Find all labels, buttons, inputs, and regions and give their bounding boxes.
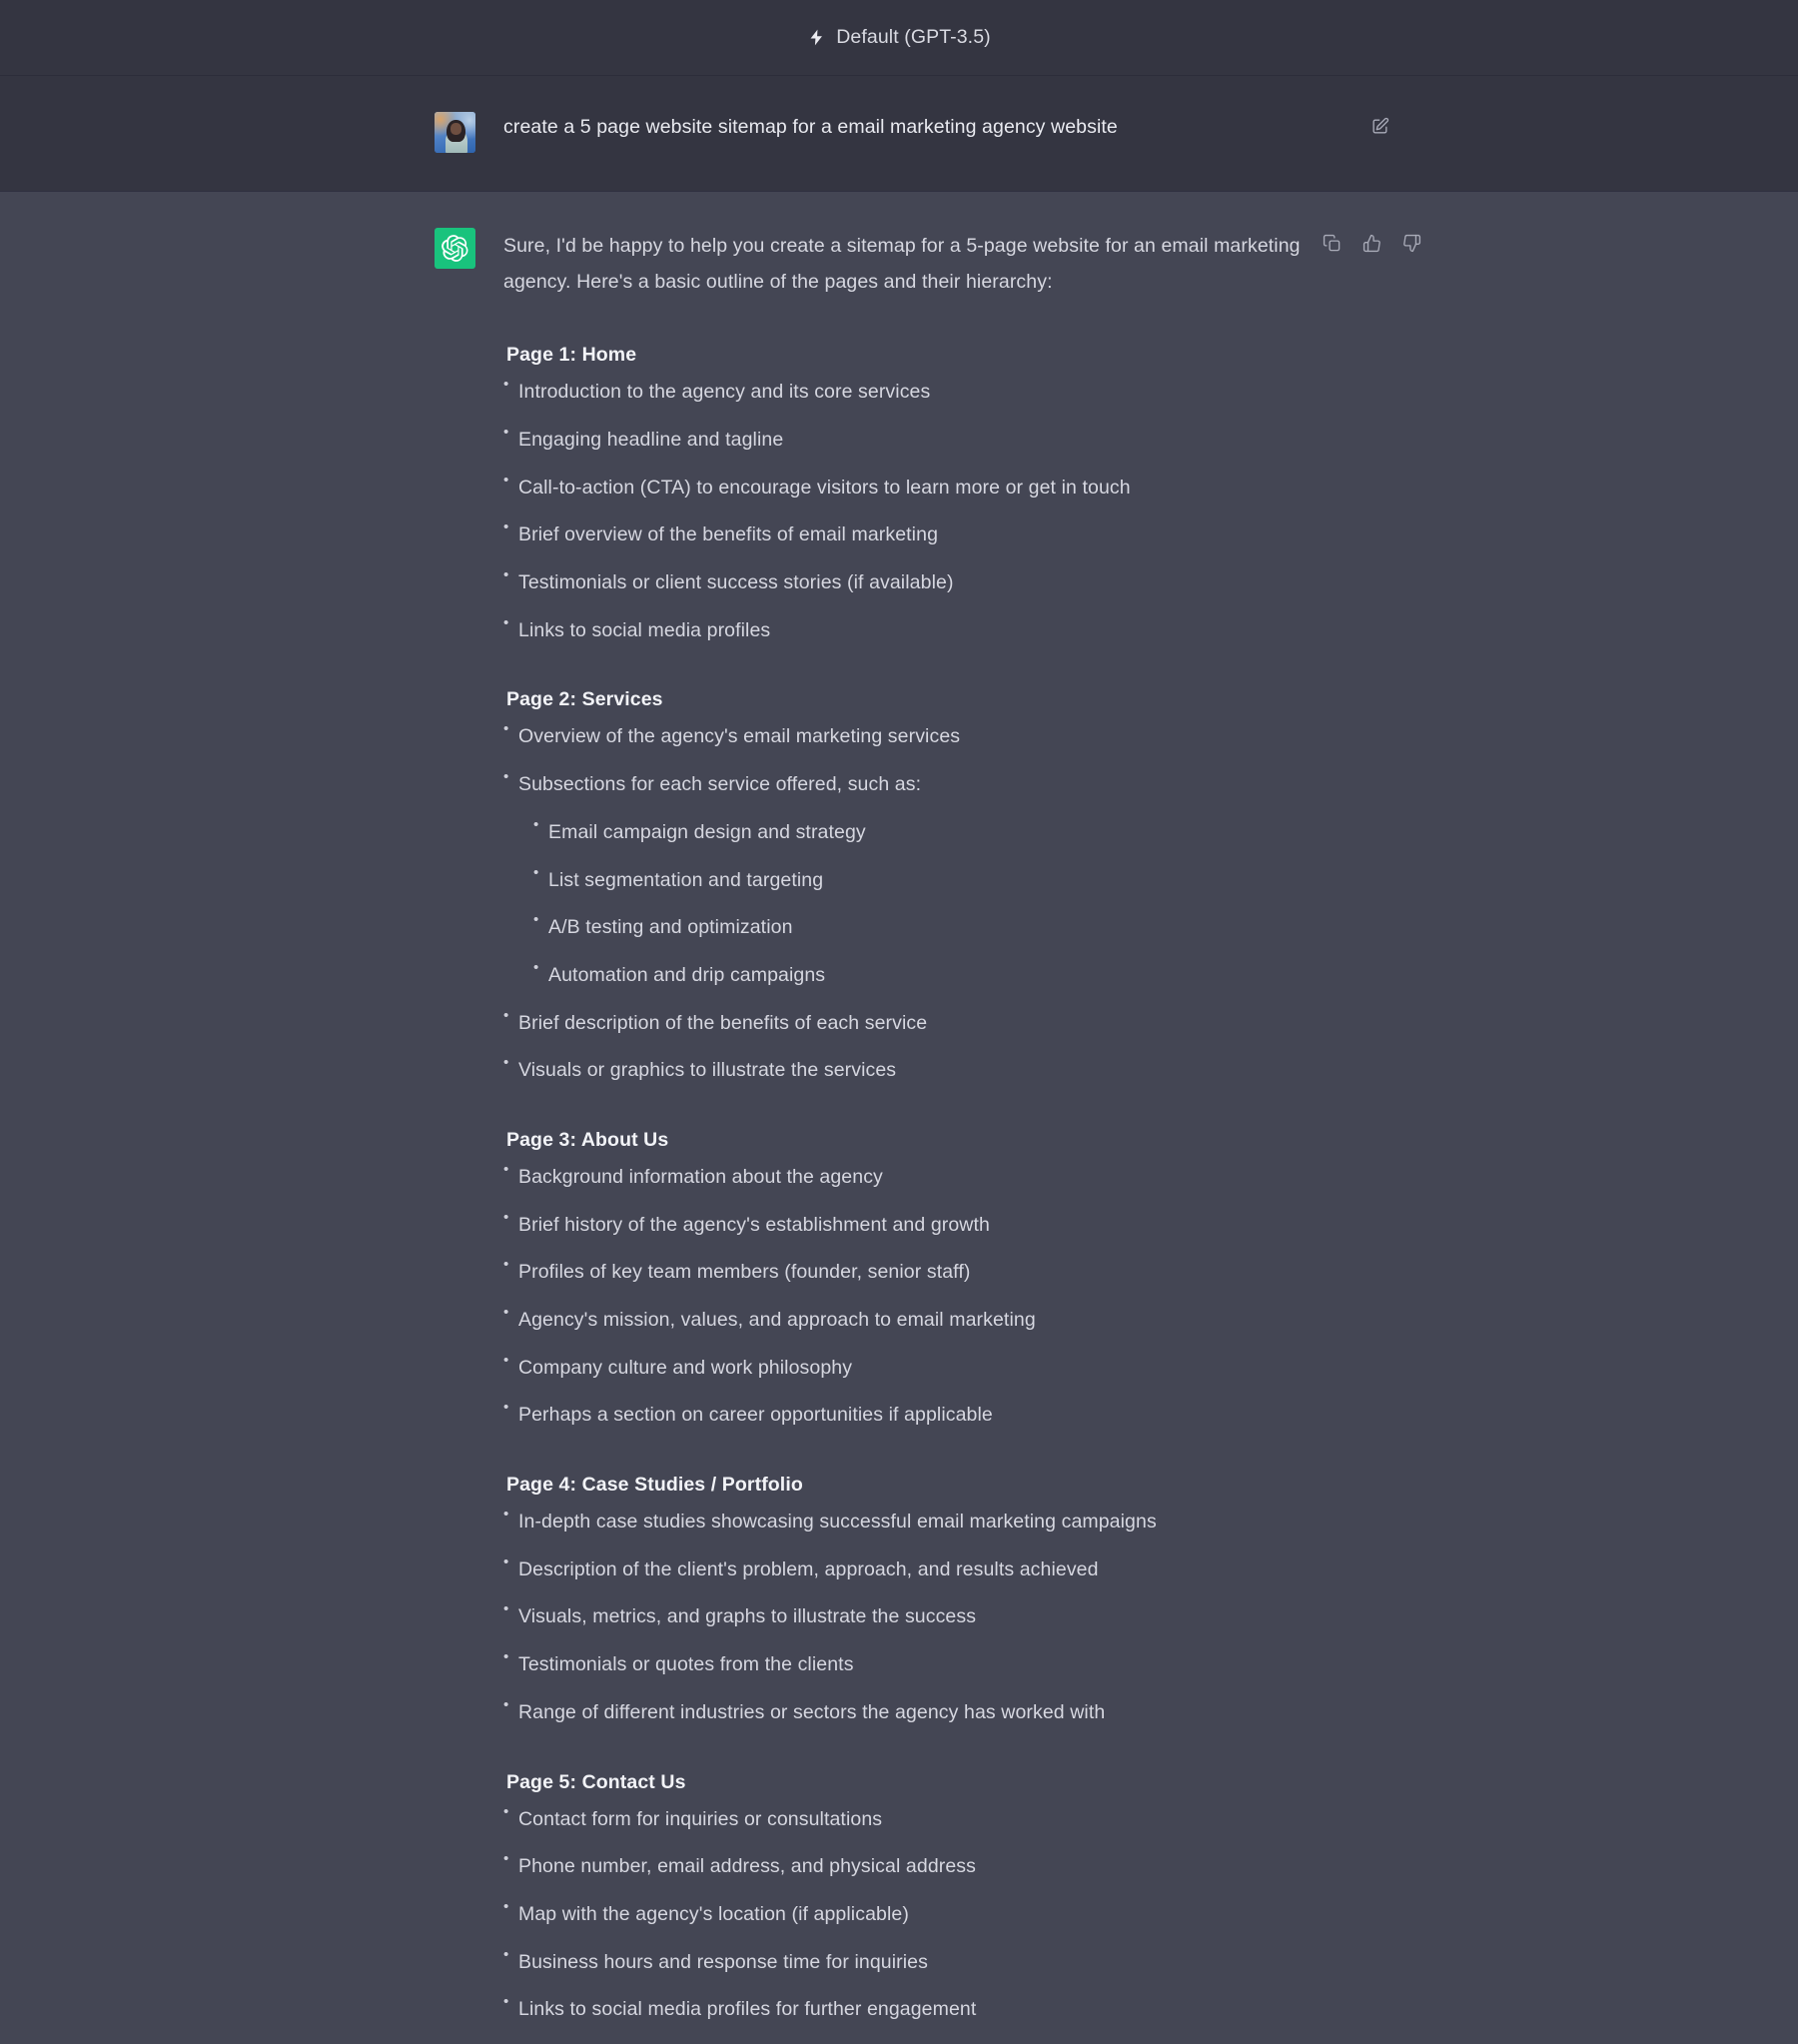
bullet-item: Profiles of key team members (founder, s… — [503, 1254, 1363, 1287]
chatgpt-logo-icon — [442, 235, 468, 262]
edit-pencil-icon — [1371, 117, 1388, 134]
nested-bullet-item: Email campaign design and strategy — [533, 814, 1363, 847]
copy-icon — [1323, 234, 1340, 251]
bullet-item: Links to social media profiles for furth… — [503, 1991, 1363, 2024]
bullet-item: Call-to-action (CTA) to encourage visito… — [503, 470, 1363, 503]
section-title: Page 2: Services — [506, 688, 663, 711]
bullet-item: Perhaps a section on career opportunitie… — [503, 1397, 1363, 1430]
section-bullet-list: Introduction to the agency and its core … — [503, 374, 1363, 645]
thumbs-up-icon — [1362, 234, 1380, 252]
bullet-item: Testimonials or client success stories (… — [503, 564, 1363, 597]
nested-bullet-item: Automation and drip campaigns — [533, 957, 1363, 990]
bullet-item: Engaging headline and tagline — [503, 422, 1363, 455]
thumbs-up-button[interactable] — [1359, 231, 1383, 255]
bullet-item: Brief description of the benefits of eac… — [503, 1005, 1363, 1038]
section-bullet-list: Overview of the agency's email marketing… — [503, 719, 1363, 1085]
thumbs-down-button[interactable] — [1399, 231, 1423, 255]
section-title: Page 5: Contact Us — [506, 1770, 686, 1793]
bullet-item: Range of different industries or sectors… — [503, 1694, 1363, 1727]
bullet-item: Map with the agency's location (if appli… — [503, 1896, 1363, 1929]
nested-bullet-item: A/B testing and optimization — [533, 909, 1363, 942]
assistant-avatar — [435, 228, 475, 269]
model-header: Default (GPT-3.5) — [0, 0, 1798, 76]
bullet-item: Brief history of the agency's establishm… — [503, 1207, 1363, 1240]
bullet-item: Visuals, metrics, and graphs to illustra… — [503, 1599, 1363, 1631]
user-message-row: create a 5 page website sitemap for a em… — [0, 76, 1798, 191]
sitemap-sections: Page 1: Home Introduction to the agency a… — [503, 344, 1363, 2044]
bullet-item: Phone number, email address, and physica… — [503, 1848, 1363, 1881]
bullet-item: Background information about the agency — [503, 1159, 1363, 1192]
chatgpt-conversation-page: Default (GPT-3.5) create a 5 page websit… — [0, 0, 1798, 2044]
assistant-intro-paragraph: Sure, I'd be happy to help you create a … — [503, 235, 1301, 293]
bullet-item: Testimonials or quotes from the clients — [503, 1646, 1363, 1679]
user-message-text: create a 5 page website sitemap for a em… — [503, 116, 1118, 138]
bullet-item: Company culture and work philosophy — [503, 1350, 1363, 1383]
bullet-item: Description of the client's problem, app… — [503, 1551, 1363, 1584]
bullet-item: In-depth case studies showcasing success… — [503, 1504, 1363, 1536]
bullet-item: Links to social media profiles — [503, 612, 1363, 645]
nested-bullet-list: Email campaign design and strategy List s… — [533, 814, 1363, 990]
bullet-item: Introduction to the agency and its core … — [503, 374, 1363, 407]
section-title: Page 1: Home — [506, 344, 637, 367]
bullet-item: Brief overview of the benefits of email … — [503, 516, 1363, 549]
nested-bullet-item: List segmentation and targeting — [533, 862, 1363, 895]
section-title: Page 4: Case Studies / Portfolio — [506, 1474, 803, 1497]
user-message-actions — [1367, 114, 1391, 138]
bullet-item: Visuals or graphics to illustrate the se… — [503, 1052, 1363, 1085]
section-bullet-list: Contact form for inquiries or consultati… — [503, 1801, 1363, 2044]
section-bullet-list: In-depth case studies showcasing success… — [503, 1504, 1363, 1727]
thumbs-down-icon — [1402, 234, 1420, 252]
bullet-item: Business hours and response time for inq… — [503, 1944, 1363, 1977]
assistant-message-inner: Sure, I'd be happy to help you create a … — [435, 228, 1420, 2044]
user-avatar — [435, 112, 475, 153]
lightning-bolt-icon — [810, 29, 823, 46]
assistant-message-body: Sure, I'd be happy to help you create a … — [503, 228, 1363, 2044]
model-name-label: Default (GPT-3.5) — [836, 26, 991, 48]
bullet-item: Agency's mission, values, and approach t… — [503, 1302, 1363, 1335]
user-message-inner: create a 5 page website sitemap for a em… — [435, 112, 1388, 153]
user-message-body: create a 5 page website sitemap for a em… — [503, 112, 1363, 153]
section-title: Page 3: About Us — [506, 1128, 669, 1151]
assistant-message-row: Sure, I'd be happy to help you create a … — [0, 191, 1798, 2044]
copy-button[interactable] — [1320, 231, 1344, 255]
assistant-message-actions — [1320, 231, 1423, 255]
edit-message-button[interactable] — [1367, 114, 1391, 138]
bullet-item: Overview of the agency's email marketing… — [503, 719, 1363, 751]
bullet-item: Subsections for each service offered, su… — [503, 766, 1363, 799]
bullet-item: Contact form for inquiries or consultati… — [503, 1801, 1363, 1834]
section-bullet-list: Background information about the agency B… — [503, 1159, 1363, 1430]
avatar-face — [450, 123, 461, 135]
